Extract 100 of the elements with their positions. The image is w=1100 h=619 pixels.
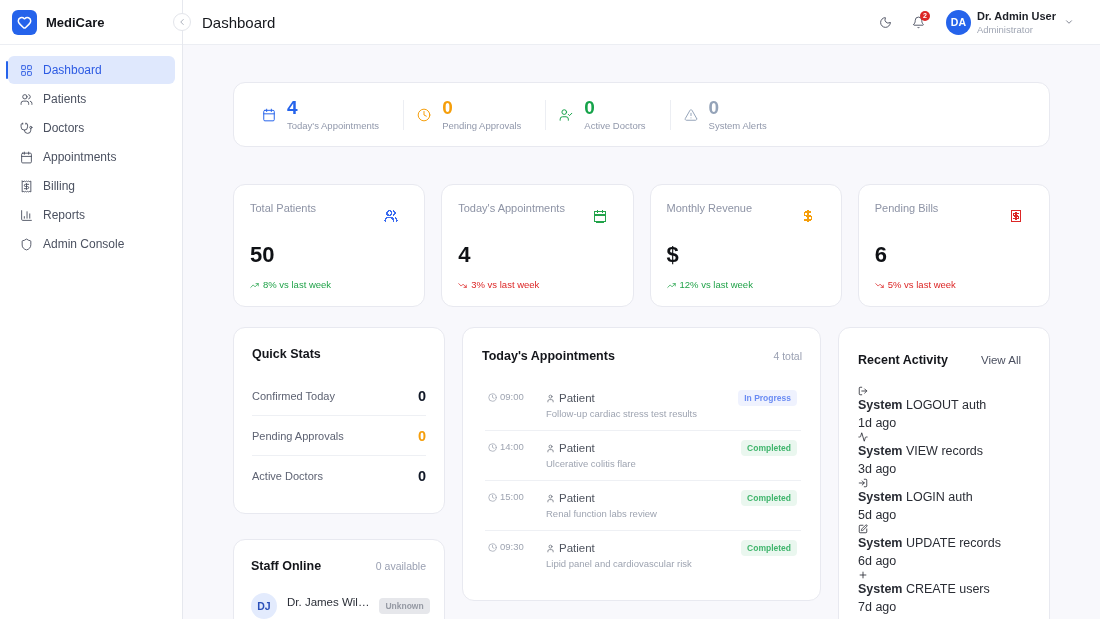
- users-icon: [20, 92, 33, 106]
- appointment-note: Follow-up cardiac stress test results: [546, 407, 697, 420]
- status-badge: Completed: [741, 440, 797, 456]
- appointment-note: Lipid panel and cardiovascular risk: [546, 557, 692, 570]
- trend-text: 8% vs last week: [263, 279, 332, 291]
- clock-icon: [488, 442, 497, 452]
- trend-up-icon: [666, 280, 676, 290]
- appointment-note: Renal function labs review: [546, 507, 657, 520]
- pulse-icon: [858, 432, 868, 442]
- stat-title: Today's Appointments: [458, 201, 565, 215]
- staff-name: Dr. James Wil…: [287, 596, 370, 608]
- shield-icon: [20, 237, 33, 251]
- activity-text: System VIEW records: [858, 443, 984, 460]
- chevron-left-icon: [177, 17, 187, 27]
- patient-name: Patient: [559, 541, 595, 556]
- calendar-icon: [262, 107, 276, 122]
- view-all-link[interactable]: View All: [980, 354, 1021, 366]
- user-avatar: DA: [945, 9, 971, 35]
- summary-label: System Alerts: [708, 120, 767, 132]
- user-icon: [546, 393, 555, 403]
- status-badge: Unknown: [379, 598, 430, 614]
- plus-icon: [858, 570, 868, 580]
- sidebar-item[interactable]: Appointments: [8, 143, 175, 171]
- clock-icon: [488, 392, 497, 402]
- appointment-time: 14:00: [500, 440, 524, 454]
- user-name: Dr. Admin User: [976, 8, 1056, 23]
- clock-icon: [488, 542, 497, 552]
- appointment-note: Ulcerative colitis flare: [546, 457, 636, 470]
- stat-value: 0: [417, 387, 426, 404]
- sidebar-item[interactable]: Admin Console: [8, 230, 175, 258]
- summary-value: 0: [708, 97, 720, 118]
- staff-avatar: DJ: [251, 593, 277, 619]
- appointment-count: 4 total: [773, 350, 802, 362]
- moon-icon[interactable]: [878, 15, 892, 29]
- sidebar-item[interactable]: Dashboard: [8, 56, 175, 84]
- trend-text: 5% vs last week: [887, 279, 956, 291]
- activity-text: System UPDATE records: [858, 535, 1001, 552]
- clock-icon: [488, 492, 497, 502]
- activity-time: 7d ago: [858, 598, 897, 616]
- user-icon: [546, 493, 555, 503]
- appointment-time: 15:00: [500, 490, 524, 504]
- exit-arrow-icon: [858, 386, 868, 396]
- activity-text: System LOGOUT auth: [858, 397, 987, 414]
- user-icon: [546, 543, 555, 553]
- user-icon: [546, 443, 555, 453]
- stat-title: Total Patients: [250, 201, 317, 215]
- sidebar-item[interactable]: Patients: [8, 85, 175, 113]
- trend-down-icon: [458, 280, 468, 290]
- status-badge: Completed: [741, 490, 797, 506]
- clock-icon: [417, 107, 432, 122]
- chevron-down-icon[interactable]: [1064, 17, 1074, 27]
- bar-chart-icon: [20, 208, 33, 222]
- stat-value: 0: [417, 468, 426, 484]
- patient-name: Patient: [559, 441, 595, 456]
- stat-value: 6: [874, 242, 887, 268]
- summary-label: Today's Appointments: [287, 120, 380, 132]
- appointment-time: 09:30: [500, 540, 524, 554]
- trend-text: 3% vs last week: [471, 279, 540, 291]
- sidebar-item[interactable]: Billing: [8, 172, 175, 200]
- patient-name: Patient: [559, 391, 595, 406]
- calendar-icon: [20, 150, 33, 164]
- activity-time: 6d ago: [858, 552, 897, 570]
- activity-time: 1d ago: [858, 414, 897, 432]
- user-check-icon: [559, 107, 574, 122]
- user-role: Administrator: [976, 22, 1034, 36]
- stat-label: Pending Approvals: [252, 429, 344, 442]
- stat-title: Pending Bills: [874, 201, 939, 215]
- summary-label: Pending Approvals: [442, 120, 522, 132]
- trend-up-icon: [250, 280, 259, 290]
- status-badge: Completed: [741, 540, 797, 556]
- activity-text: System CREATE users: [858, 581, 990, 598]
- summary-value: 0: [442, 97, 453, 118]
- card-title: Staff Online: [251, 558, 322, 574]
- stat-value: 4: [458, 242, 471, 268]
- appointment-time: 09:00: [500, 390, 524, 404]
- activity-time: 5d ago: [858, 506, 897, 524]
- summary-label: Active Doctors: [584, 120, 646, 132]
- status-badge: In Progress: [738, 390, 797, 406]
- trend-down-icon: [874, 280, 884, 290]
- brand-name: MediCare: [46, 14, 105, 30]
- warning-icon: [683, 107, 698, 122]
- sidebar-item[interactable]: Doctors: [8, 114, 175, 142]
- stat-value: 50: [250, 242, 275, 268]
- summary-value: 4: [287, 97, 298, 118]
- stat-value: $: [666, 242, 679, 268]
- trend-text: 12% vs last week: [679, 279, 753, 291]
- edit-icon: [858, 524, 868, 534]
- card-title: Recent Activity: [858, 352, 948, 368]
- bell-icon[interactable]: [911, 15, 925, 29]
- card-title: Quick Stats: [252, 346, 321, 362]
- staff-count: 0 available: [375, 560, 426, 572]
- sidebar-item[interactable]: Reports: [8, 201, 175, 229]
- stat-value: 0: [417, 427, 426, 444]
- grid-icon: [20, 63, 33, 77]
- stat-label: Confirmed Today: [252, 389, 335, 402]
- page-title: Dashboard: [202, 13, 276, 31]
- stethoscope-icon: [20, 121, 33, 135]
- patient-name: Patient: [559, 491, 595, 506]
- heart-logo-icon: [12, 9, 37, 35]
- receipt-icon: [20, 179, 33, 193]
